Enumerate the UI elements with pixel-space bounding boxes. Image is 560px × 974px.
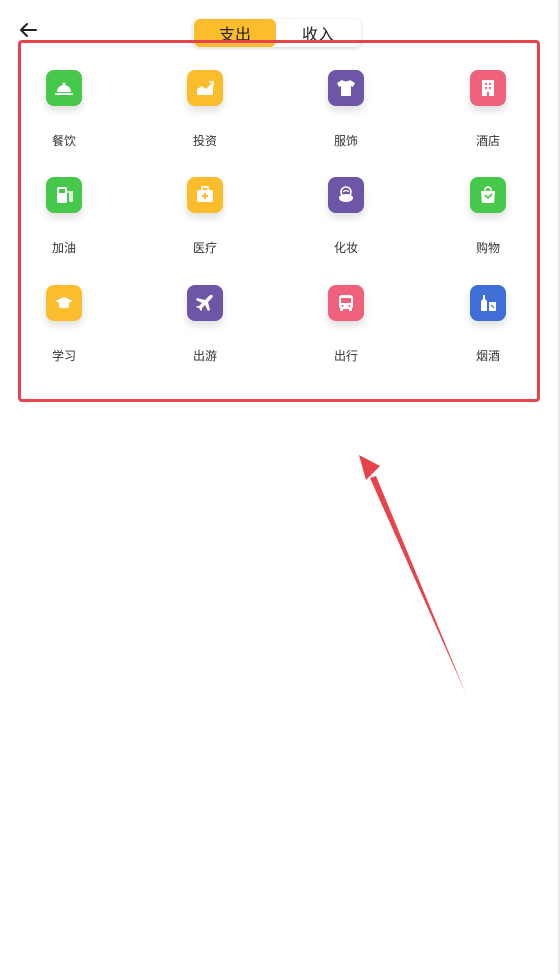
annotation-arrow xyxy=(359,455,466,694)
